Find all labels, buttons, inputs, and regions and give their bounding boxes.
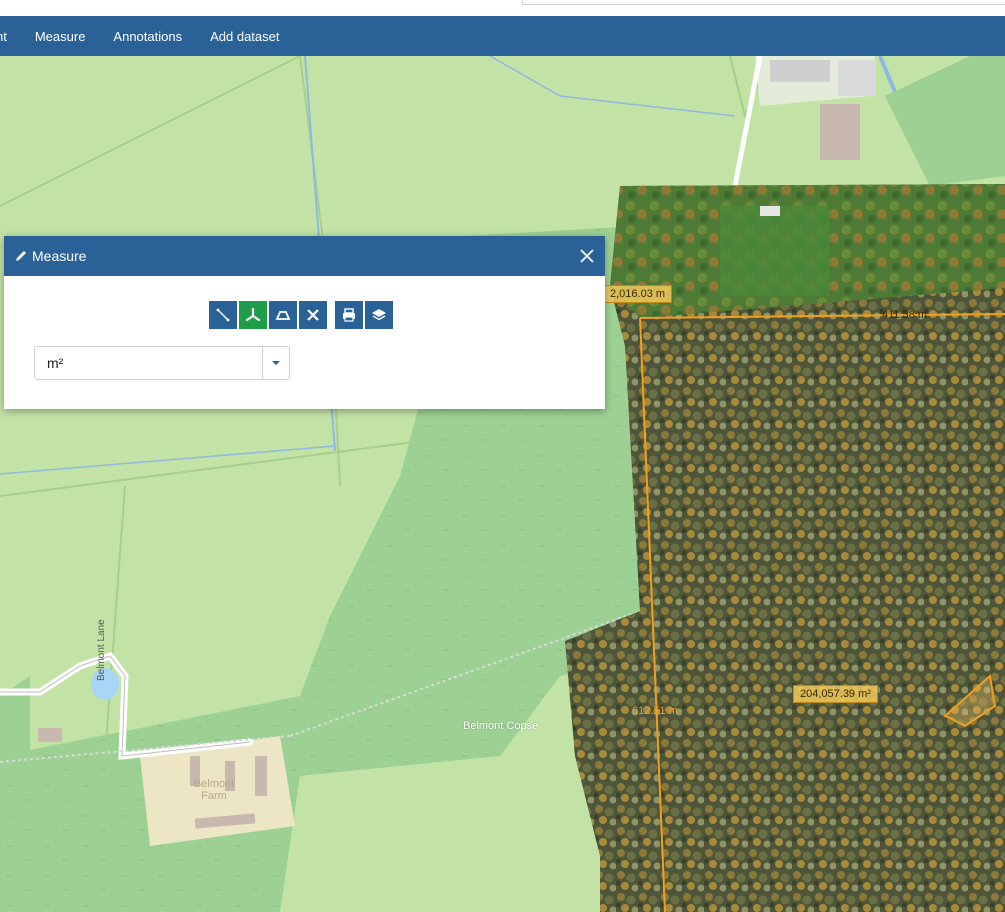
layers-icon <box>372 309 386 321</box>
nav-item-annotations[interactable]: Annotations <box>113 29 182 44</box>
measure-panel-header[interactable]: Measure <box>4 236 605 276</box>
nav-item-add-dataset[interactable]: Add dataset <box>210 29 279 44</box>
area-measure-icon <box>245 307 261 322</box>
print-icon <box>343 308 355 322</box>
map-canvas[interactable]: ᐤᐤ ᐤᐤ <box>0 56 1005 912</box>
area-label: 204,057.39 m² <box>793 685 878 703</box>
measure-panel-title: Measure <box>32 248 87 264</box>
measure-toolbar <box>208 300 394 330</box>
measure-panel: Measure m² <box>4 236 605 409</box>
area-measure-button[interactable] <box>238 300 268 330</box>
farm-name-label: Belmont Farm <box>193 778 235 802</box>
clear-icon <box>307 309 319 321</box>
top-navbar: nt Measure Annotations Add dataset <box>0 16 1005 56</box>
clear-measure-button[interactable] <box>298 300 328 330</box>
layers-button[interactable] <box>364 300 394 330</box>
print-button[interactable] <box>334 300 364 330</box>
left-edge-label: 612.51 m <box>632 705 678 717</box>
angle-measure-icon <box>275 311 291 320</box>
top-edge-label: 411.38 m <box>882 309 928 321</box>
close-icon[interactable] <box>577 246 597 266</box>
pencil-icon <box>16 251 26 261</box>
unit-select[interactable]: m² <box>34 346 290 380</box>
perimeter-label: 2,016.03 m <box>603 285 673 303</box>
unit-select-value: m² <box>47 355 64 371</box>
search-box-edge[interactable] <box>522 0 1005 5</box>
angle-measure-button[interactable] <box>268 300 298 330</box>
line-measure-icon <box>216 308 230 322</box>
map-graphics: ᐤᐤ ᐤᐤ <box>0 56 1005 912</box>
nav-item-partial[interactable]: nt <box>0 29 7 44</box>
caret-down-icon[interactable] <box>262 347 289 379</box>
copse-name-label: Belmont Copse <box>463 720 539 732</box>
line-measure-button[interactable] <box>208 300 238 330</box>
nav-item-measure[interactable]: Measure <box>35 29 86 44</box>
road-name-label: Belmont Lane <box>96 619 107 681</box>
